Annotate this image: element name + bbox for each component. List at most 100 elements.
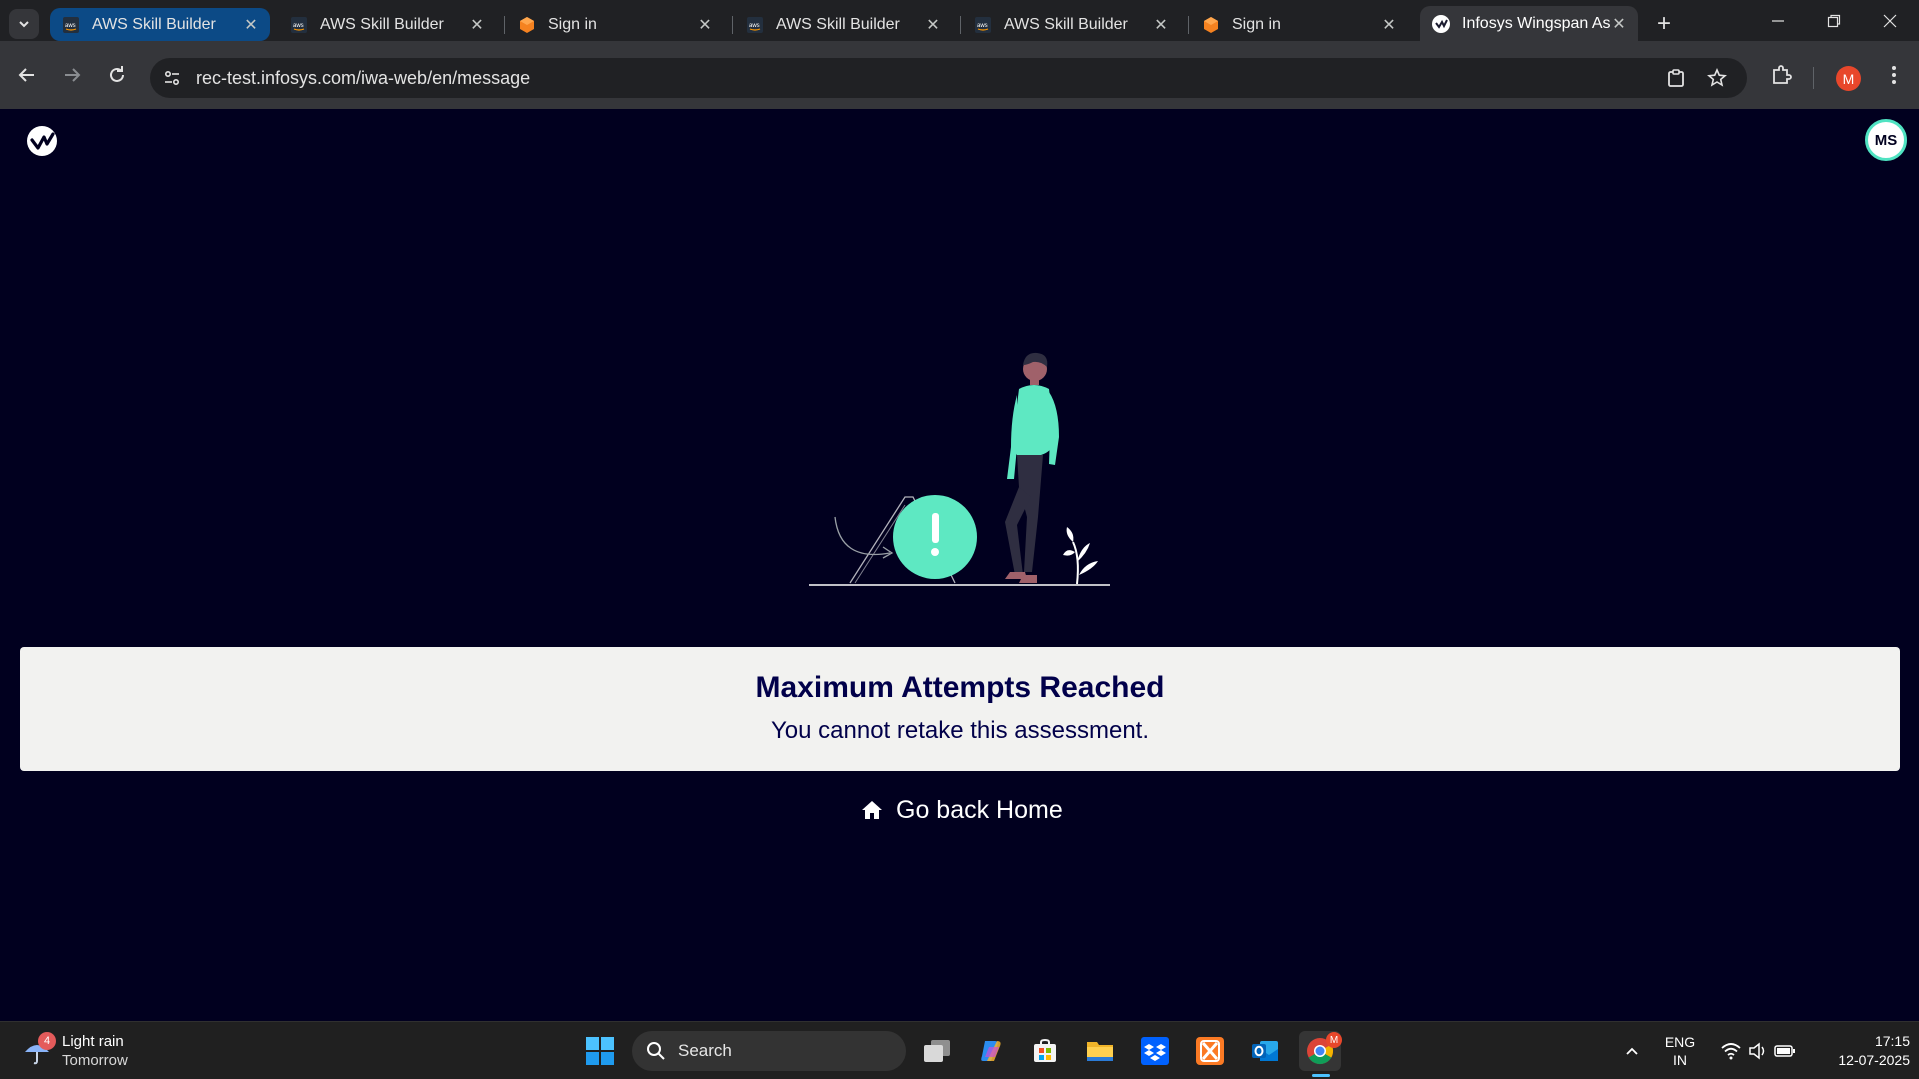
system-clock[interactable]: 17:15 12-07-2025 xyxy=(1810,1032,1910,1070)
browser-tab-active[interactable]: Infosys Wingspan As ✕ xyxy=(1420,6,1638,41)
xampp-icon xyxy=(1196,1037,1224,1065)
go-back-home-link[interactable]: Go back Home xyxy=(860,793,1063,827)
minimize-icon xyxy=(1772,19,1784,22)
weather-when: Tomorrow xyxy=(62,1052,128,1069)
browser-tab[interactable]: aws AWS Skill Builder ✕ xyxy=(962,8,1180,41)
aws-logo-icon: aws xyxy=(974,16,992,34)
browser-profile-avatar[interactable]: M xyxy=(1836,66,1861,91)
user-avatar[interactable]: MS xyxy=(1865,119,1907,161)
address-bar[interactable]: rec-test.infosys.com/iwa-web/en/message xyxy=(150,58,1747,98)
message-card: Maximum Attempts Reached You cannot reta… xyxy=(20,647,1900,771)
kebab-menu-icon xyxy=(1892,66,1896,84)
clock-time: 17:15 xyxy=(1874,1033,1910,1049)
chevron-down-icon xyxy=(19,21,29,28)
start-button[interactable] xyxy=(584,1035,616,1067)
outlook-icon xyxy=(1252,1041,1278,1061)
close-tab-icon[interactable]: ✕ xyxy=(242,16,260,34)
wingspan-logo[interactable] xyxy=(26,125,58,157)
reload-button[interactable] xyxy=(101,59,133,91)
weather-widget[interactable]: 4 Light rain Tomorrow xyxy=(22,1030,128,1072)
go-back-home-label: Go back Home xyxy=(896,795,1063,824)
message-subtitle: You cannot retake this assessment. xyxy=(771,717,1149,744)
copilot-icon xyxy=(981,1041,1001,1061)
bookmark-button[interactable] xyxy=(1703,64,1731,92)
tab-separator xyxy=(732,16,733,34)
url-text: rec-test.infosys.com/iwa-web/en/message xyxy=(196,68,531,88)
browser-tab[interactable]: aws AWS Skill Builder ✕ xyxy=(734,8,952,41)
chevron-up-icon xyxy=(1626,1047,1638,1055)
arrow-left-icon xyxy=(18,68,34,82)
tab-label: Infosys Wingspan As xyxy=(1462,14,1610,32)
search-placeholder: Search xyxy=(678,1041,732,1060)
tab-search-button[interactable] xyxy=(9,9,39,39)
copilot-button[interactable] xyxy=(970,1031,1012,1071)
aws-logo-icon: aws xyxy=(290,16,308,34)
windows-taskbar: 4 Light rain Tomorrow Search M ENG IN 17… xyxy=(0,1021,1919,1079)
xampp-button[interactable] xyxy=(1189,1031,1231,1071)
warning-illustration xyxy=(809,352,1110,586)
toolbar-divider xyxy=(1813,67,1814,89)
weather-badge: 4 xyxy=(38,1032,56,1050)
task-view-button[interactable] xyxy=(916,1031,958,1071)
svg-text:aws: aws xyxy=(977,23,988,29)
browser-tabstrip: aws AWS Skill Builder ✕ aws AWS Skill Bu… xyxy=(0,0,1919,41)
forward-button[interactable] xyxy=(56,59,88,91)
chrome-button[interactable]: M xyxy=(1299,1031,1342,1071)
volume-icon xyxy=(1749,1042,1765,1060)
orange-cube-logo-icon xyxy=(518,16,536,34)
dropbox-icon xyxy=(1141,1037,1169,1065)
arrow-right-icon xyxy=(65,68,81,82)
close-icon xyxy=(1883,14,1897,27)
new-tab-button[interactable]: + xyxy=(1650,10,1678,38)
outlook-button[interactable] xyxy=(1244,1031,1286,1071)
search-icon xyxy=(647,1042,665,1060)
close-tab-icon[interactable]: ✕ xyxy=(696,16,714,34)
active-app-indicator xyxy=(1312,1074,1330,1077)
quick-settings-button[interactable] xyxy=(1716,1032,1800,1070)
tab-label: AWS Skill Builder xyxy=(776,15,900,33)
site-info-button[interactable] xyxy=(158,64,186,92)
taskbar-search[interactable]: Search xyxy=(632,1031,906,1071)
save-to-clipboard-button[interactable] xyxy=(1662,64,1690,92)
svg-text:aws: aws xyxy=(293,23,304,29)
star-icon xyxy=(1707,68,1727,87)
close-tab-icon[interactable]: ✕ xyxy=(1380,16,1398,34)
umbrella-rain-icon: 4 xyxy=(22,1032,56,1066)
battery-icon xyxy=(1774,1045,1795,1057)
back-button[interactable] xyxy=(11,59,43,91)
tab-separator xyxy=(960,16,961,34)
close-tab-icon[interactable]: ✕ xyxy=(1610,15,1628,33)
browser-tab[interactable]: Sign in ✕ xyxy=(506,8,724,41)
browser-menu-button[interactable] xyxy=(1878,59,1910,91)
wingspan-logo-icon xyxy=(27,126,57,156)
extensions-button[interactable] xyxy=(1765,59,1797,91)
clock-date: 12-07-2025 xyxy=(1838,1052,1910,1068)
language-line2: IN xyxy=(1673,1052,1687,1068)
plus-icon: + xyxy=(1656,10,1671,37)
close-window-button[interactable] xyxy=(1862,0,1918,41)
close-tab-icon[interactable]: ✕ xyxy=(1152,16,1170,34)
tab-label: Sign in xyxy=(1232,15,1281,33)
file-explorer-button[interactable] xyxy=(1079,1031,1121,1071)
wifi-icon xyxy=(1721,1043,1741,1060)
browser-tab[interactable]: aws AWS Skill Builder ✕ xyxy=(50,8,270,41)
language-indicator[interactable]: ENG IN xyxy=(1660,1032,1700,1070)
svg-text:aws: aws xyxy=(749,23,760,29)
file-explorer-icon xyxy=(1087,1042,1113,1061)
show-hidden-icons-button[interactable] xyxy=(1620,1032,1644,1070)
microsoft-store-button[interactable] xyxy=(1024,1031,1066,1071)
chrome-profile-badge: M xyxy=(1326,1032,1342,1048)
close-tab-icon[interactable]: ✕ xyxy=(468,16,486,34)
aws-logo-icon: aws xyxy=(62,16,80,34)
browser-tab[interactable]: aws AWS Skill Builder ✕ xyxy=(278,8,496,41)
puzzle-icon xyxy=(1773,65,1792,84)
clipboard-icon xyxy=(1668,69,1684,87)
close-tab-icon[interactable]: ✕ xyxy=(924,16,942,34)
dropbox-button[interactable] xyxy=(1134,1031,1176,1071)
browser-tab[interactable]: Sign in ✕ xyxy=(1190,8,1408,41)
weather-condition: Light rain xyxy=(62,1033,124,1050)
minimize-button[interactable] xyxy=(1750,0,1806,41)
restore-button[interactable] xyxy=(1806,0,1862,41)
page-content: MS Maximum Attempts Reached You cannot r… xyxy=(0,109,1919,1021)
browser-toolbar: rec-test.infosys.com/iwa-web/en/message xyxy=(0,41,1919,109)
